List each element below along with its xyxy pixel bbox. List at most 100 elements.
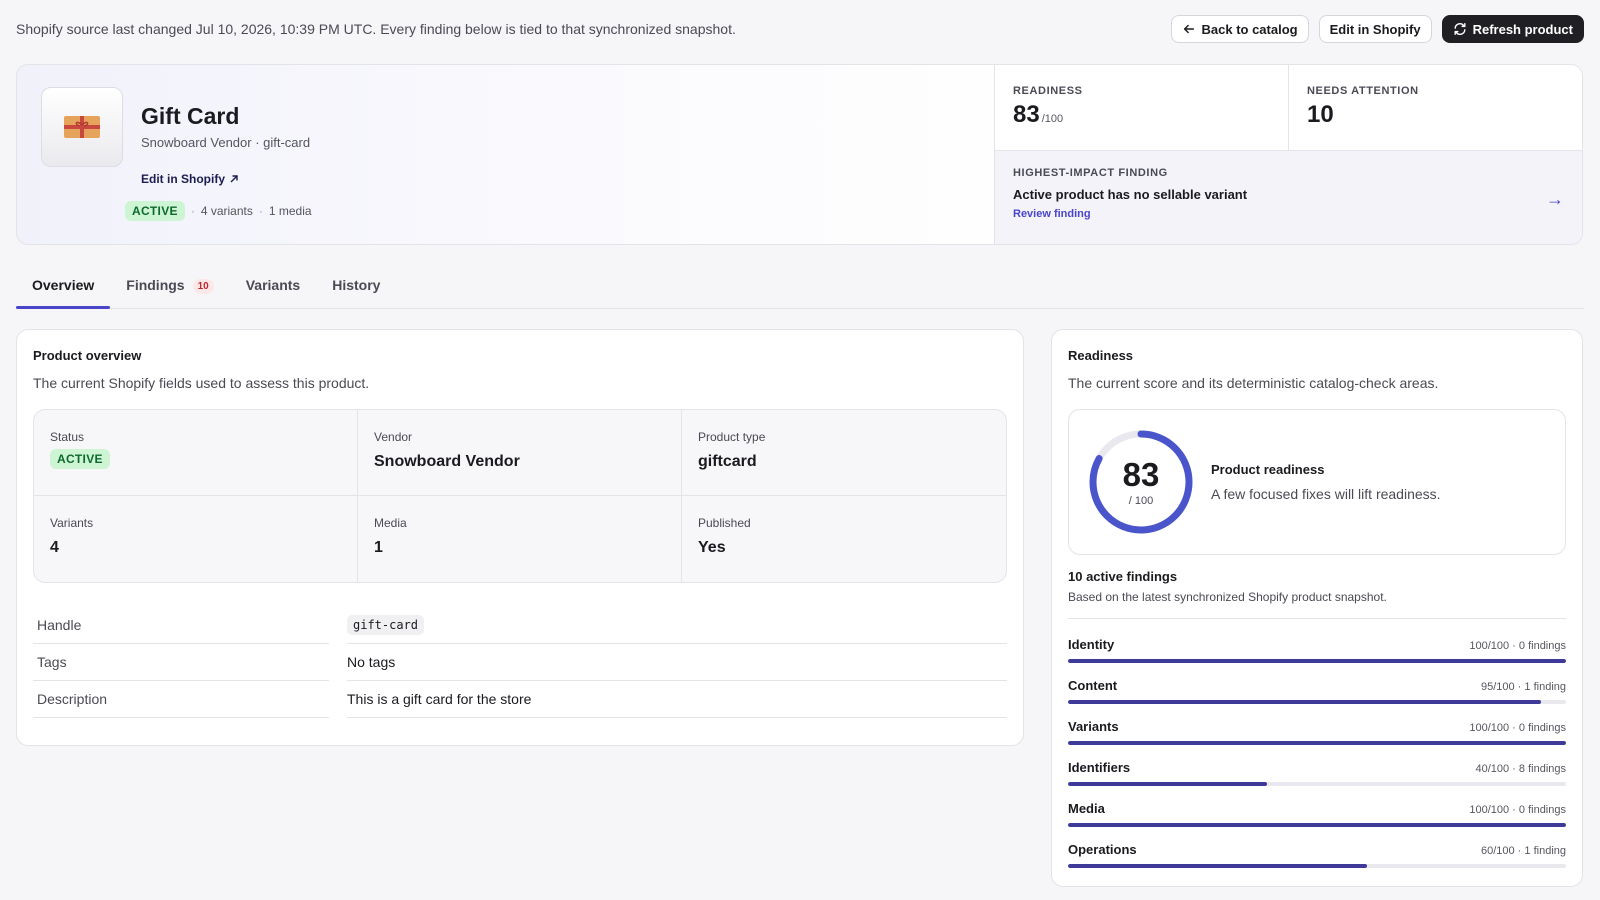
- area-name: Media: [1068, 801, 1105, 816]
- area-head: Media 100/100 · 0 findings: [1068, 801, 1566, 816]
- media-field-value: 1: [374, 539, 383, 556]
- tab-variants-label: Variants: [245, 277, 301, 293]
- tab-findings[interactable]: Findings 10: [110, 262, 229, 308]
- readiness-stat-number: 83: [1013, 101, 1040, 128]
- area-progress-bar: [1068, 700, 1566, 704]
- description-label: Description: [33, 681, 329, 718]
- arrow-left-icon: [1183, 24, 1194, 34]
- product-tabs: Overview Findings 10 Variants History: [16, 262, 1584, 309]
- media-field: Media 1: [358, 496, 682, 582]
- product-thumbnail: [41, 87, 123, 167]
- published-field-value: Yes: [698, 539, 726, 556]
- area-progress-fill: [1068, 823, 1566, 827]
- area-progress-bar: [1068, 782, 1566, 786]
- findings-note: Based on the latest synchronized Shopify…: [1068, 590, 1566, 619]
- media-count: 1 media: [268, 204, 312, 218]
- tab-history-label: History: [332, 277, 381, 293]
- product-overview-description: The current Shopify fields used to asses…: [33, 375, 370, 391]
- description-value: This is a gift card for the store: [347, 681, 1007, 718]
- status-field: Status ACTIVE: [34, 410, 358, 496]
- readiness-score: 83: [1122, 455, 1160, 493]
- area-progress-fill: [1068, 782, 1268, 786]
- refresh-product-button[interactable]: Refresh product: [1441, 15, 1584, 43]
- findings-count-badge: 10: [192, 279, 214, 294]
- area-meta: 60/100 · 1 finding: [1480, 845, 1566, 857]
- active-findings-count: 10 active findings: [1068, 569, 1178, 584]
- highest-impact-label: HIGHEST-IMPACT FINDING: [1013, 167, 1168, 179]
- edit-in-shopify-link[interactable]: Edit in Shopify: [141, 172, 239, 186]
- product-type-field: Product type giftcard: [682, 410, 1006, 496]
- area-progress-fill: [1068, 659, 1566, 663]
- edit-in-shopify-label: Edit in Shopify: [1329, 21, 1421, 37]
- edit-in-shopify-button[interactable]: Edit in Shopify: [1318, 15, 1432, 43]
- tab-history[interactable]: History: [316, 262, 396, 308]
- area-meta: 100/100 · 0 findings: [1469, 640, 1566, 652]
- product-subtitle: Snowboard Vendor · gift-card: [141, 135, 311, 150]
- tab-variants[interactable]: Variants: [230, 262, 316, 308]
- tab-overview-label: Overview: [32, 277, 95, 293]
- meta-separator: ·: [258, 204, 263, 218]
- area-meta: 95/100 · 1 finding: [1480, 681, 1566, 693]
- status-field-label: Status: [50, 430, 85, 444]
- area-progress-fill: [1068, 700, 1542, 704]
- area-head: Identifiers 40/100 · 8 findings: [1068, 760, 1566, 775]
- variants-count: 4 variants: [200, 204, 253, 218]
- readiness-stat-value: 83/100: [1013, 101, 1270, 129]
- product-fields-grid: Status ACTIVE Vendor Snowboard Vendor Pr…: [33, 409, 1007, 583]
- readiness-area-media: Media 100/100 · 0 findings: [1068, 787, 1566, 828]
- product-overview-card: Product overview The current Shopify fie…: [16, 329, 1024, 746]
- description-row: Description This is a gift card for the …: [33, 681, 1007, 718]
- area-progress-bar: [1068, 741, 1566, 745]
- readiness-area-identifiers: Identifiers 40/100 · 8 findings: [1068, 746, 1566, 787]
- readiness-area-identity: Identity 100/100 · 0 findings: [1068, 623, 1566, 664]
- area-progress-fill: [1068, 864, 1367, 868]
- area-name: Content: [1068, 678, 1118, 693]
- area-name: Variants: [1068, 719, 1119, 734]
- highest-impact-finding[interactable]: HIGHEST-IMPACT FINDING Active product ha…: [995, 151, 1582, 244]
- readiness-area-operations: Operations 60/100 · 1 finding: [1068, 828, 1566, 869]
- back-to-catalog-label: Back to catalog: [1201, 21, 1298, 37]
- tags-label: Tags: [33, 644, 329, 681]
- area-head: Content 95/100 · 1 finding: [1068, 678, 1566, 693]
- product-type-value: giftcard: [698, 453, 757, 470]
- readiness-stat: READINESS 83/100: [995, 65, 1288, 150]
- needs-attention-label: NEEDS ATTENTION: [1307, 85, 1419, 97]
- readiness-area-content: Content 95/100 · 1 finding: [1068, 664, 1566, 705]
- handle-value: gift-card: [347, 615, 425, 635]
- product-readiness-label: Product readiness: [1211, 462, 1325, 477]
- readiness-areas: Identity 100/100 · 0 findings Content 95/10…: [1068, 623, 1566, 869]
- arrow-right-icon[interactable]: →: [1546, 189, 1564, 210]
- stats-row: READINESS 83/100 NEEDS ATTENTION 10: [995, 65, 1582, 151]
- back-to-catalog-button[interactable]: Back to catalog: [1170, 15, 1309, 43]
- readiness-title: Readiness: [1068, 348, 1134, 363]
- product-readiness-text: A few focused fixes will lift readiness.: [1211, 486, 1441, 502]
- area-head: Operations 60/100 · 1 finding: [1068, 842, 1566, 857]
- area-name: Operations: [1068, 842, 1137, 857]
- area-meta: 40/100 · 8 findings: [1475, 763, 1566, 775]
- handle-row: Handle gift-card: [33, 607, 1007, 644]
- vendor-field-value: Snowboard Vendor: [374, 453, 520, 470]
- status-field-badge: ACTIVE: [50, 449, 110, 469]
- area-progress-bar: [1068, 659, 1566, 663]
- area-head: Identity 100/100 · 0 findings: [1068, 637, 1566, 652]
- readiness-ring-value: 83 / 100: [1087, 428, 1195, 536]
- readiness-stat-label: READINESS: [1013, 85, 1083, 97]
- tab-overview[interactable]: Overview: [16, 262, 111, 309]
- handle-label: Handle: [33, 607, 329, 644]
- published-field: Published Yes: [682, 496, 1006, 582]
- product-title: Gift Card: [141, 103, 240, 129]
- product-meta: ACTIVE · 4 variants · 1 media: [125, 201, 312, 221]
- refresh-icon: [1454, 23, 1466, 35]
- tags-value: No tags: [347, 644, 1007, 681]
- top-bar: Shopify source last changed Jul 10, 2026…: [16, 15, 1584, 43]
- gift-card-image-icon: [64, 116, 100, 138]
- review-finding-link[interactable]: Review finding: [1013, 208, 1091, 220]
- readiness-description: The current score and its deterministic …: [1068, 375, 1439, 391]
- area-progress-bar: [1068, 864, 1566, 868]
- variants-field-label: Variants: [50, 516, 94, 530]
- area-head: Variants 100/100 · 0 findings: [1068, 719, 1566, 734]
- tags-row: Tags No tags: [33, 644, 1007, 681]
- product-stats-panel: READINESS 83/100 NEEDS ATTENTION 10 HIGH…: [994, 65, 1582, 244]
- variants-field: Variants 4: [34, 496, 358, 582]
- vendor-field-label: Vendor: [374, 430, 413, 444]
